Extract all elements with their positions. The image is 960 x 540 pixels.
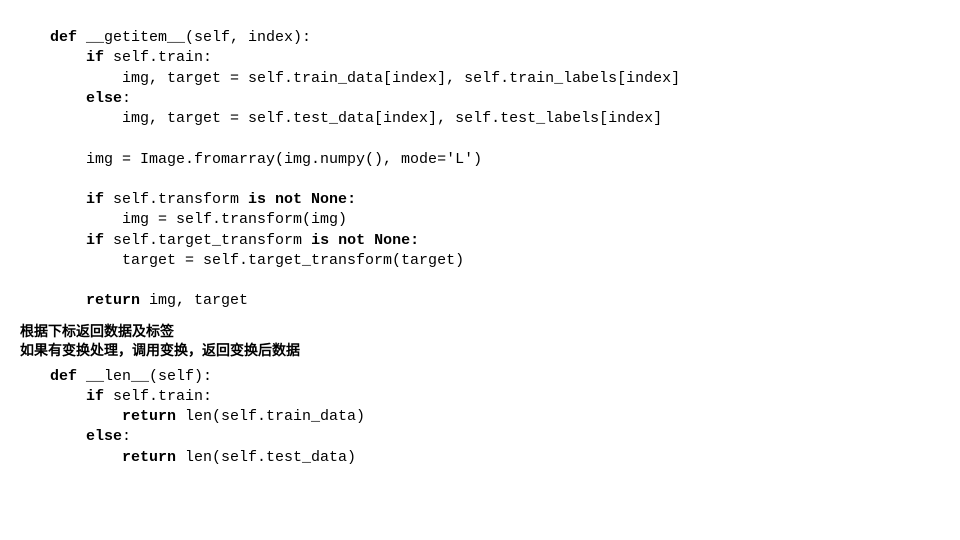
kw-if: if <box>50 232 104 249</box>
code-text: len(self.test_data) <box>176 449 356 466</box>
code-text: : <box>122 428 131 445</box>
commentary-line: 根据下标返回数据及标签 <box>20 322 960 342</box>
kw-if: if <box>50 191 104 208</box>
blank-line <box>50 130 59 147</box>
blank-line <box>50 272 59 289</box>
code-text: self.train: <box>104 49 212 66</box>
kw-return: return <box>50 408 176 425</box>
code-text: img, target <box>140 292 248 309</box>
code-block-getitem: def __getitem__(self, index): if self.tr… <box>50 28 960 312</box>
code-text: self.train: <box>104 388 212 405</box>
code-text: __len__(self): <box>77 368 212 385</box>
kw-def: def <box>50 29 77 46</box>
code-text: self.transform <box>104 191 248 208</box>
blank-line <box>50 171 59 188</box>
kw-else: else <box>50 428 122 445</box>
code-text: len(self.train_data) <box>176 408 365 425</box>
code-text: __getitem__(self, index): <box>77 29 311 46</box>
commentary-block: 根据下标返回数据及标签 如果有变换处理，调用变换，返回变换后数据 <box>20 322 960 361</box>
kw-return: return <box>50 449 176 466</box>
code-text: img = self.transform(img) <box>50 211 347 228</box>
code-text: img, target = self.train_data[index], se… <box>50 70 680 87</box>
code-block-len: def __len__(self): if self.train: return… <box>50 367 960 468</box>
kw-else: else <box>50 90 122 107</box>
kw-isnotnone: is not None: <box>311 232 419 249</box>
code-text: : <box>122 90 131 107</box>
page-content: def __getitem__(self, index): if self.tr… <box>0 0 960 468</box>
kw-if: if <box>50 49 104 66</box>
code-text: img, target = self.test_data[index], sel… <box>50 110 662 127</box>
kw-if: if <box>50 388 104 405</box>
kw-isnotnone: is not None: <box>248 191 356 208</box>
code-text: target = self.target_transform(target) <box>50 252 464 269</box>
kw-return: return <box>50 292 140 309</box>
commentary-line: 如果有变换处理，调用变换，返回变换后数据 <box>20 341 960 361</box>
kw-def: def <box>50 368 77 385</box>
code-text: img = Image.fromarray(img.numpy(), mode=… <box>50 151 482 168</box>
code-text: self.target_transform <box>104 232 311 249</box>
